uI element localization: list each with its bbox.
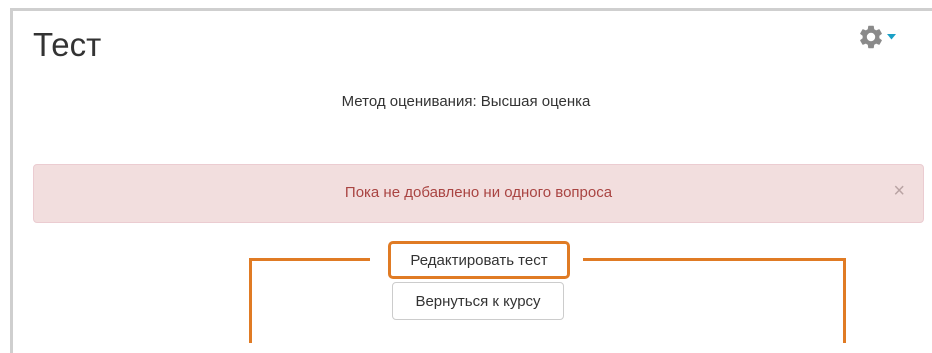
close-icon[interactable]: × (893, 181, 905, 201)
page-title: Тест (33, 26, 102, 63)
callout-line-right-vertical (843, 258, 846, 343)
gear-icon (857, 23, 885, 51)
alert-message: Пока не добавлено ни одного вопроса (344, 184, 613, 201)
no-questions-alert: Пока не добавлено ни одного вопроса × (33, 164, 924, 223)
grading-method-text: Метод оценивания: Высшая оценка (341, 93, 591, 110)
caret-down-icon (887, 34, 896, 40)
back-to-course-button[interactable]: Вернуться к курсу (392, 282, 564, 320)
callout-line-right-horizontal (583, 258, 846, 261)
settings-menu-button[interactable] (857, 25, 905, 49)
callout-line-left-vertical (249, 258, 252, 343)
callout-line-left-horizontal (249, 258, 370, 261)
edit-quiz-button[interactable]: Редактировать тест (388, 241, 570, 279)
